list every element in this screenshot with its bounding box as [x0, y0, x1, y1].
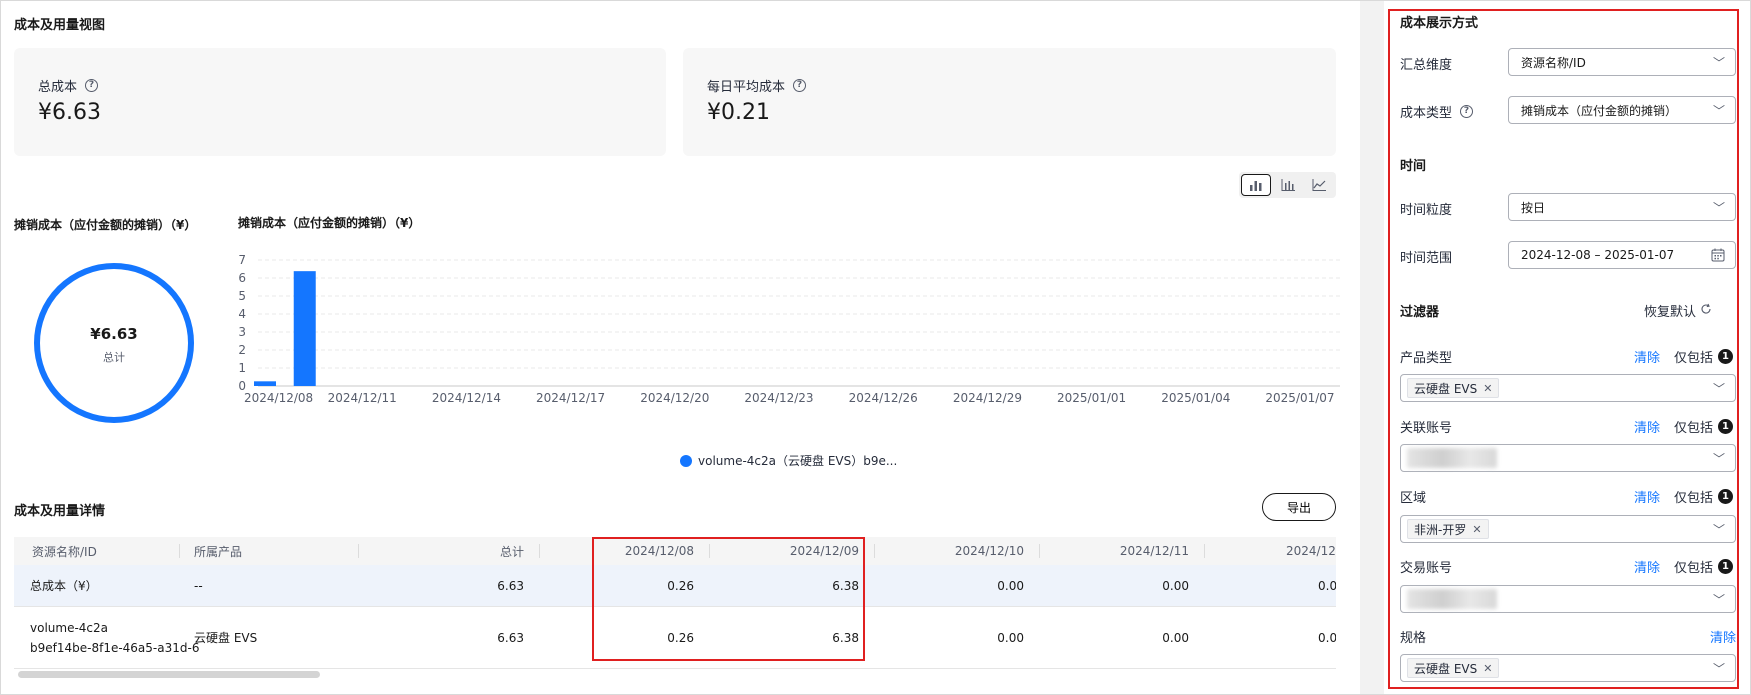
window-frame: [0, 0, 1751, 695]
